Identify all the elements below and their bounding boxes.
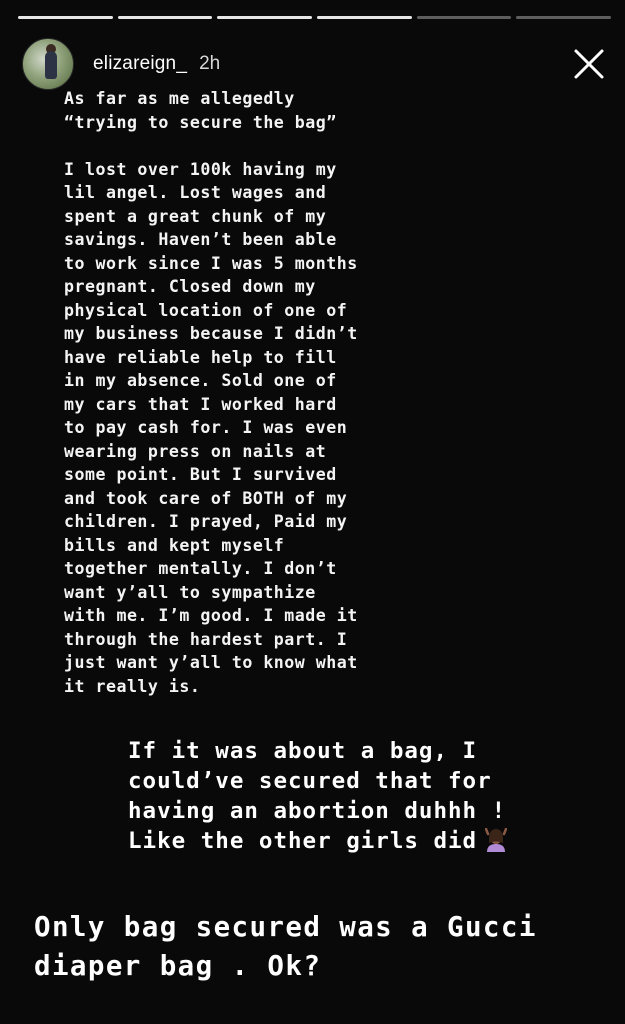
- post-time: 2h: [199, 53, 221, 74]
- username[interactable]: elizareign_: [93, 53, 187, 75]
- story-caption-1: If it was about a bag, I could’ve secure…: [128, 736, 508, 856]
- close-icon[interactable]: [571, 46, 607, 82]
- caption-1-text: If it was about a bag, I could’ve secure…: [128, 738, 507, 854]
- progress-segment-2: [117, 16, 213, 19]
- woman-gesturing-ok-emoji-icon: [484, 827, 508, 852]
- progress-segment-4: [317, 16, 412, 19]
- progress-segment-5: [416, 16, 512, 19]
- story-header: elizareign_ 2h: [22, 38, 607, 90]
- story-progress-bar: [18, 16, 612, 20]
- avatar-figure: [45, 51, 57, 79]
- story-caption-2: Only bag secured was a Gucci diaper bag …: [34, 911, 537, 982]
- progress-segment-6: [516, 16, 612, 19]
- progress-segment-3: [217, 16, 313, 19]
- avatar[interactable]: [22, 38, 74, 90]
- progress-segment-1: [18, 16, 113, 19]
- story-body-text: As far as me allegedly “trying to secure…: [64, 89, 358, 696]
